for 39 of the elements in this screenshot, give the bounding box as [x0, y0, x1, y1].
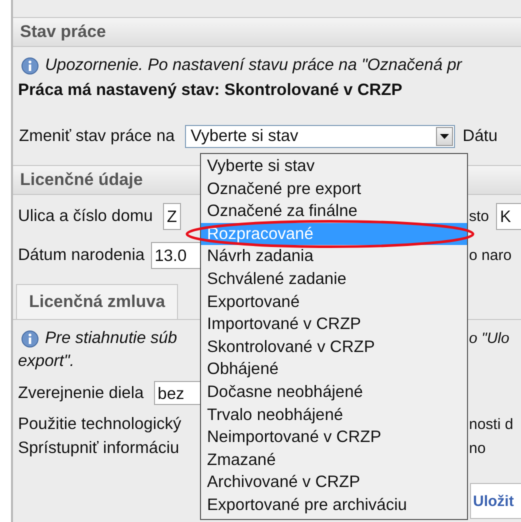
field-label: Sprístupniť informáciu: [18, 438, 180, 458]
field-label: Dátum narodenia: [18, 246, 145, 265]
dropdown-option[interactable]: Návrh zadania: [201, 245, 467, 268]
field-label: Zverejnenie diela: [18, 384, 144, 402]
dropdown-option[interactable]: Skontrolované v CRZP: [201, 336, 467, 358]
dropdown-option[interactable]: Zmazané: [201, 448, 467, 472]
dropdown-option[interactable]: Exportované: [201, 290, 467, 314]
field-label: Ulica a číslo domu: [18, 207, 153, 226]
section-header: Stav práce: [13, 17, 521, 47]
current-status: Práca má nastavený stav: Skontrolované v CRZP: [18, 80, 402, 100]
birth-date-field[interactable]: 13.0: [150, 242, 201, 269]
notice-text: Pre stiahnutie súb: [45, 329, 178, 348]
dropdown-option[interactable]: Schválené zadanie: [201, 268, 467, 291]
dropdown-option[interactable]: Označené za finálne: [201, 200, 467, 223]
street-field[interactable]: Z: [162, 203, 181, 230]
status-select[interactable]: Vyberte si stav: [184, 124, 455, 148]
field-label: nosti d: [469, 416, 514, 432]
city-field[interactable]: K: [496, 203, 521, 230]
field-label: Použitie technologický: [18, 414, 182, 434]
info-icon: [21, 330, 39, 348]
notice-text: export".: [18, 352, 74, 370]
dropdown-option[interactable]: Importované v CRZP: [201, 313, 467, 336]
notice-text: o "Ulo: [469, 330, 510, 347]
dropdown-option[interactable]: Dočasne neobhájené: [201, 380, 467, 404]
info-icon: [21, 56, 39, 74]
dropdown-option[interactable]: Trvalo neobhájené: [201, 404, 467, 426]
dropdown-option[interactable]: Neimportované v CRZP: [201, 426, 467, 449]
dropdown-option[interactable]: Obhájené: [201, 358, 467, 381]
field-label: Dátu: [462, 126, 498, 146]
field-label: Zmeniť stav práce na: [19, 126, 175, 146]
dropdown-option[interactable]: Exportované pre archiváciu: [201, 494, 467, 516]
field-label: no: [469, 440, 486, 456]
notice-text: Upozornenie. Po nastavení stavu práce na "Označená pr: [45, 56, 462, 75]
field-label: sto: [469, 208, 490, 225]
field-label: o naro: [469, 247, 512, 264]
tab[interactable]: Licenčná zmluva: [16, 284, 178, 319]
save-button[interactable]: Uložit: [470, 483, 521, 519]
caret-icon: [440, 134, 449, 138]
dropdown-option[interactable]: Archivované v CRZP: [201, 471, 467, 494]
